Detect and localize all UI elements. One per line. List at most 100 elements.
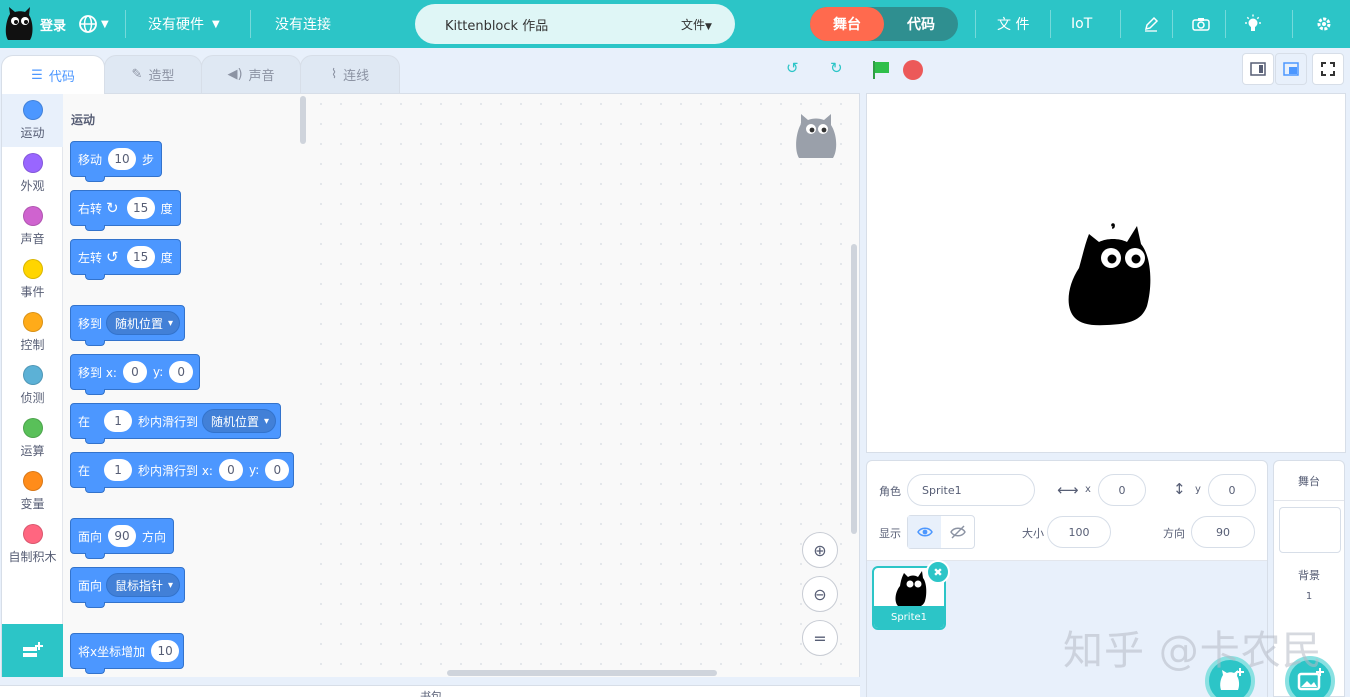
category-looks[interactable]: 外观	[2, 147, 63, 200]
fullscreen-icon	[1321, 62, 1335, 76]
normal-stage-button[interactable]	[1275, 53, 1307, 85]
category-motion[interactable]: 运动	[2, 94, 63, 147]
backdrop-thumbnail[interactable]	[1279, 507, 1341, 553]
category-label: 事件	[20, 285, 45, 299]
hide-sprite-button[interactable]	[941, 516, 974, 548]
category-variables[interactable]: 变量	[2, 465, 63, 518]
category-label: 变量	[20, 497, 45, 511]
redo-icon[interactable]: ↻	[830, 59, 843, 77]
block-goto[interactable]: 移到 随机位置	[70, 305, 186, 346]
block-text: 将x坐标增加	[78, 644, 146, 659]
zoom-in-button[interactable]: ⊕	[802, 532, 838, 568]
login-button[interactable]: 登录	[40, 0, 66, 48]
divider	[1225, 10, 1226, 38]
divider	[1120, 10, 1121, 38]
script-workspace[interactable]: ⊕ ⊖ =	[311, 94, 859, 677]
workspace-scrollbar-horizontal[interactable]	[447, 670, 717, 676]
kittenblock-logo-icon[interactable]	[4, 6, 34, 42]
tab-costumes[interactable]: ✎ 造型	[104, 55, 202, 93]
block-number-input[interactable]: 10	[108, 148, 137, 170]
block-point-towards[interactable]: 面向 鼠标指针	[70, 567, 186, 608]
size-input[interactable]: 100	[1047, 516, 1111, 548]
sprite-name-input[interactable]: Sprite1	[907, 474, 1035, 506]
tab-sounds-label: 声音	[248, 69, 275, 84]
block-number-input[interactable]: 90	[108, 525, 137, 547]
chevron-down-icon: ▼	[212, 18, 220, 30]
chevron-down-icon: ▼	[101, 18, 109, 30]
pencil-icon[interactable]	[1143, 0, 1159, 48]
hardware-menu[interactable]: 没有硬件 ▼	[148, 0, 220, 48]
fullscreen-button[interactable]	[1312, 53, 1344, 85]
settings-gear-icon[interactable]	[1316, 0, 1332, 48]
speaker-icon: ◀)	[227, 67, 243, 82]
iot-menu[interactable]: IoT	[1071, 0, 1092, 48]
category-my-blocks[interactable]: 自制积木	[2, 518, 63, 571]
x-position-input[interactable]: 0	[1098, 474, 1146, 506]
category-operators[interactable]: 运算	[2, 412, 63, 465]
zoom-out-button[interactable]: ⊖	[802, 576, 838, 612]
file-menu[interactable]: 文 件	[997, 0, 1029, 48]
category-events[interactable]: 事件	[2, 253, 63, 306]
show-sprite-button[interactable]	[908, 516, 941, 548]
block-move-steps[interactable]: 移动 10 步	[70, 141, 163, 182]
tab-sounds[interactable]: ◀) 声音	[201, 55, 301, 93]
block-number-input[interactable]: 10	[151, 640, 180, 662]
workspace-scrollbar-vertical[interactable]	[851, 244, 857, 534]
visibility-toggle	[907, 515, 975, 549]
stop-icon[interactable]	[903, 60, 923, 80]
project-file-menu[interactable]: 文件▼	[681, 16, 712, 33]
undo-icon[interactable]: ↺	[786, 59, 799, 77]
y-label: y	[1195, 484, 1201, 495]
block-glide-to-xy[interactable]: 在 1 秒内滑行到 x: 0 y: 0	[70, 452, 295, 493]
backpack-bar[interactable]: 书包	[0, 685, 860, 697]
block-number-input[interactable]: 0	[122, 361, 147, 383]
block-point-direction[interactable]: 面向 90 方向	[70, 518, 175, 559]
hardware-label: 没有硬件	[148, 17, 204, 33]
direction-input[interactable]: 90	[1191, 516, 1255, 548]
block-text: y:	[248, 463, 260, 477]
camera-icon[interactable]	[1192, 0, 1210, 48]
category-sound[interactable]: 声音	[2, 200, 63, 253]
block-turn-right[interactable]: 右转 ↻ 15 度	[70, 190, 181, 231]
block-number-input[interactable]: 15	[126, 197, 155, 219]
connection-button[interactable]: 没有连接	[275, 0, 331, 48]
palette-scrollbar[interactable]	[300, 96, 306, 144]
category-control[interactable]: 控制	[2, 306, 63, 359]
zoom-reset-button[interactable]: =	[802, 620, 838, 656]
add-extension-button[interactable]	[2, 624, 63, 677]
block-dropdown[interactable]: 随机位置	[106, 311, 181, 335]
block-turn-left[interactable]: 左转 ↺ 15 度	[70, 239, 181, 280]
block-number-input[interactable]: 0	[169, 361, 194, 383]
y-position-input[interactable]: 0	[1208, 474, 1256, 506]
block-number-input[interactable]: 0	[218, 459, 243, 481]
block-number-input[interactable]: 0	[265, 459, 290, 481]
language-menu[interactable]: ▼	[78, 0, 109, 48]
block-number-input[interactable]: 15	[126, 246, 155, 268]
green-flag-icon[interactable]	[871, 60, 891, 80]
block-dropdown[interactable]: 鼠标指针	[106, 573, 181, 597]
backdrop-label: 背景	[1298, 569, 1320, 582]
category-sensing[interactable]: 侦测	[2, 359, 63, 412]
project-title-pill[interactable]: Kittenblock 作品 文件▼	[415, 4, 735, 44]
block-dropdown[interactable]: 随机位置	[202, 409, 277, 433]
stage-canvas[interactable]	[866, 93, 1346, 453]
block-text: 面向	[78, 578, 103, 593]
tab-code[interactable]: ☰ 代码	[1, 55, 105, 94]
block-number-input[interactable]: 1	[104, 459, 133, 481]
lightbulb-icon[interactable]	[1243, 0, 1263, 48]
block-notch	[85, 389, 105, 395]
small-stage-icon	[1250, 62, 1266, 76]
tab-wiring[interactable]: ⌇ 连线	[300, 55, 400, 93]
category-dot	[22, 100, 43, 120]
delete-sprite-button[interactable]: ✖	[926, 560, 950, 584]
block-change-x[interactable]: 将x坐标增加 10	[70, 633, 185, 674]
eye-icon	[916, 527, 933, 537]
sprite-cat-image[interactable]	[1067, 222, 1153, 326]
small-stage-button[interactable]	[1242, 53, 1274, 85]
stage-mode-button[interactable]: 舞台	[810, 7, 884, 41]
block-goto-xy[interactable]: 移到 x: 0 y: 0	[70, 354, 201, 395]
project-title[interactable]: Kittenblock 作品	[445, 15, 548, 34]
block-glide-to[interactable]: 在 1 秒内滑行到 随机位置	[70, 403, 282, 444]
block-number-input[interactable]: 1	[104, 410, 133, 432]
code-mode-button[interactable]: 代码	[884, 7, 958, 41]
